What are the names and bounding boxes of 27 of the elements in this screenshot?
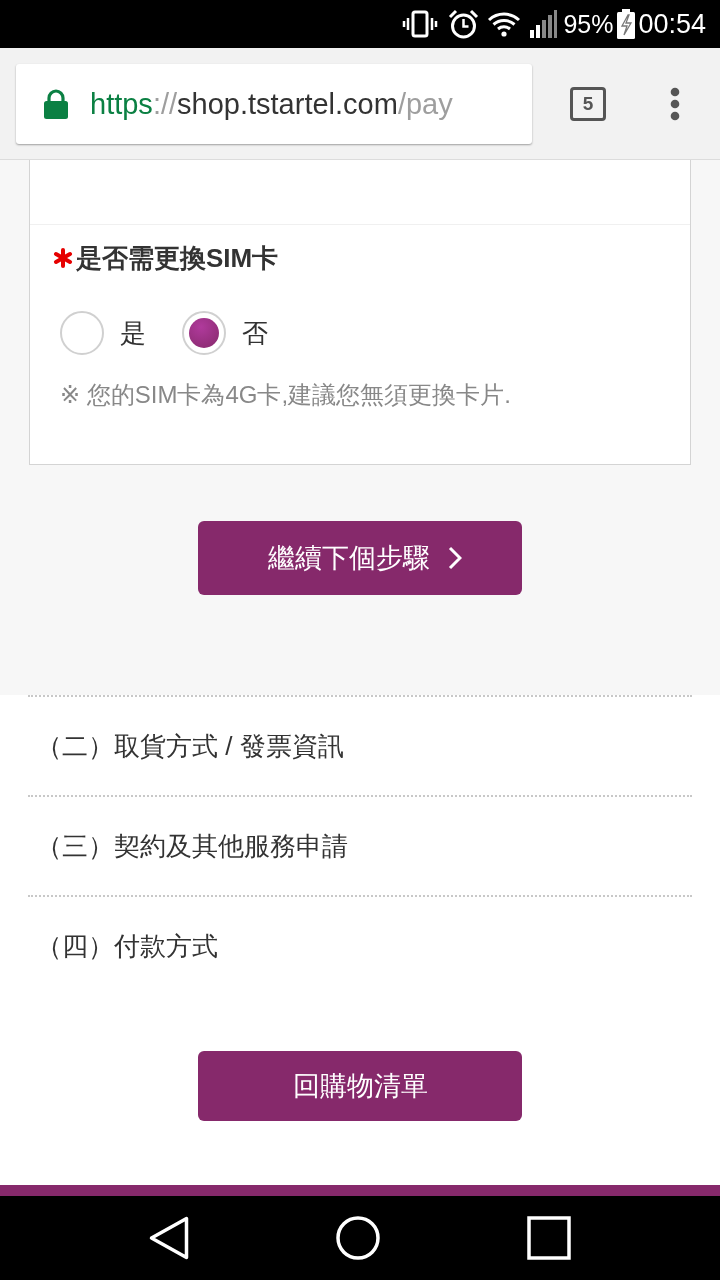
back-to-cart-button[interactable]: 回購物清單: [198, 1051, 522, 1121]
alarm-clock-icon: [448, 8, 480, 40]
signal-icon: [529, 10, 558, 38]
wifi-icon: [487, 11, 522, 37]
radio-label: 是: [120, 317, 146, 349]
back-icon[interactable]: [149, 1216, 189, 1260]
step-title[interactable]: （三）契約及其他服務申請: [36, 830, 348, 862]
lock-icon: [44, 88, 68, 119]
hint-text: ※ 您的SIM卡為4G卡,建議您無須更換卡片.: [60, 380, 512, 410]
radio-button[interactable]: [60, 311, 104, 355]
next-step-button[interactable]: 繼續下個步驟: [198, 521, 522, 595]
home-icon[interactable]: [336, 1216, 380, 1260]
charging-battery-icon: [617, 9, 636, 39]
question-label: 是否需更換SIM卡: [76, 242, 279, 274]
address-bar[interactable]: https://shop.tstartel.com/pay: [16, 63, 532, 144]
step-title[interactable]: （四）付款方式: [36, 930, 218, 962]
url-text: https://shop.tstartel.com/pay: [90, 86, 453, 122]
recent-apps-icon[interactable]: [527, 1216, 571, 1260]
clock-time: 00:54: [638, 9, 706, 39]
menu-icon[interactable]: [670, 86, 680, 121]
tab-switcher-button[interactable]: 5: [570, 86, 606, 121]
step-title[interactable]: （二）取貨方式 / 發票資訊: [36, 730, 344, 762]
battery-percent: 95%: [563, 9, 614, 39]
radio-label: 否: [242, 317, 268, 349]
vibrate-icon: [402, 10, 439, 38]
radio-button[interactable]: [182, 311, 226, 355]
chevron-right-icon: [448, 546, 462, 570]
